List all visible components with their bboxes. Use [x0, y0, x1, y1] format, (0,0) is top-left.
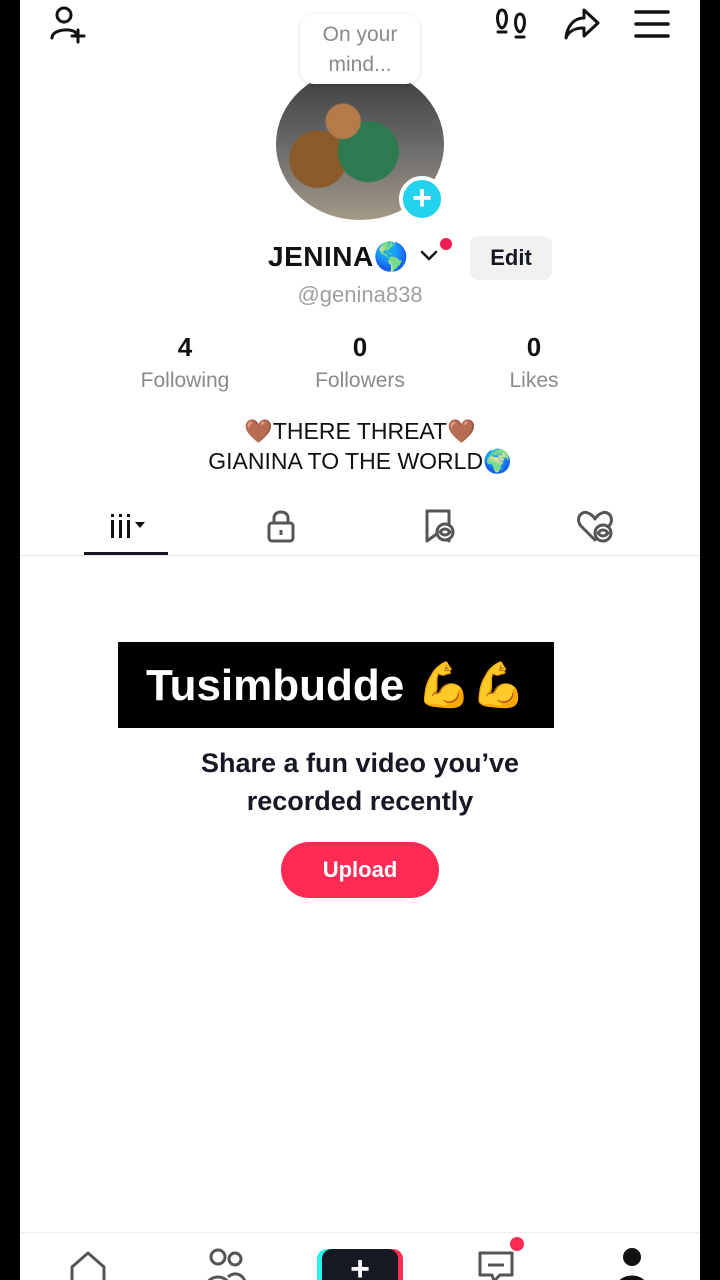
liked-icon	[577, 510, 613, 543]
lock-icon	[267, 510, 295, 543]
empty-state-message: Share a fun video you’ve recorded recent…	[20, 744, 700, 820]
friends-icon	[207, 1248, 246, 1280]
display-name: JENINA🌎	[268, 241, 410, 272]
nav-friends[interactable]	[204, 1245, 248, 1280]
empty-state-line: Share a fun video you’ve	[200, 748, 520, 778]
edit-profile-button[interactable]: Edit	[470, 236, 552, 280]
stat-value: 0	[526, 332, 542, 362]
content-tabs	[20, 498, 700, 556]
notification-dot	[440, 238, 452, 250]
menu-icon	[634, 10, 670, 38]
tab-videos[interactable]	[82, 498, 172, 554]
home-icon	[70, 1251, 106, 1280]
bio-line: 🤎THERE THREAT🤎	[244, 418, 476, 444]
share-icon	[564, 8, 600, 40]
bottom-navigation: +	[20, 1232, 700, 1280]
videos-grid-icon	[111, 514, 145, 538]
stat-value: 4	[177, 332, 193, 362]
stat-followers[interactable]: 0 Followers	[280, 332, 440, 393]
name-row: JENINA🌎 Edit	[20, 236, 700, 280]
reposts-icon	[425, 509, 455, 543]
stat-likes[interactable]: 0 Likes	[454, 332, 614, 393]
add-friend-icon	[50, 6, 86, 44]
upload-button[interactable]: Upload	[281, 842, 439, 898]
empty-state-line: recorded recently	[246, 786, 474, 816]
chevron-down-icon[interactable]	[418, 244, 440, 266]
nav-home[interactable]	[66, 1245, 110, 1280]
inbox-icon	[478, 1251, 514, 1280]
stat-label: Followers	[315, 369, 405, 392]
inbox-notification-dot	[510, 1237, 524, 1251]
stat-following[interactable]: 4 Following	[105, 332, 265, 393]
video-caption-overlay: Tusimbudde 💪💪	[118, 642, 554, 728]
footprints-icon	[496, 8, 526, 39]
profile-screen: On your mind... + JENINA🌎 Edit @genina83…	[20, 0, 700, 1280]
nav-inbox[interactable]	[474, 1245, 518, 1280]
bio-line: GIANINA TO THE WORLD🌍	[208, 448, 512, 474]
add-story-button[interactable]: +	[399, 176, 445, 222]
menu-button[interactable]	[630, 2, 674, 46]
profile-bio: 🤎THERE THREAT🤎 GIANINA TO THE WORLD🌍	[20, 416, 700, 476]
stat-value: 0	[352, 332, 368, 362]
tab-private[interactable]	[236, 498, 326, 554]
stat-label: Following	[140, 369, 230, 392]
thought-bubble[interactable]: On your mind...	[300, 14, 420, 84]
stat-label: Likes	[509, 369, 559, 392]
share-profile-button[interactable]	[560, 2, 604, 46]
profile-views-button[interactable]	[490, 2, 534, 46]
profile-icon	[619, 1248, 645, 1280]
active-tab-indicator	[84, 552, 168, 555]
add-friend-button[interactable]	[46, 2, 90, 46]
username-handle: @genina838	[297, 282, 423, 307]
create-button[interactable]: +	[322, 1249, 398, 1280]
tab-liked[interactable]	[550, 498, 640, 554]
tab-reposts[interactable]	[394, 498, 484, 554]
stats-row: 4 Following 0 Followers 0 Likes	[20, 332, 700, 402]
nav-profile[interactable]	[610, 1245, 654, 1280]
